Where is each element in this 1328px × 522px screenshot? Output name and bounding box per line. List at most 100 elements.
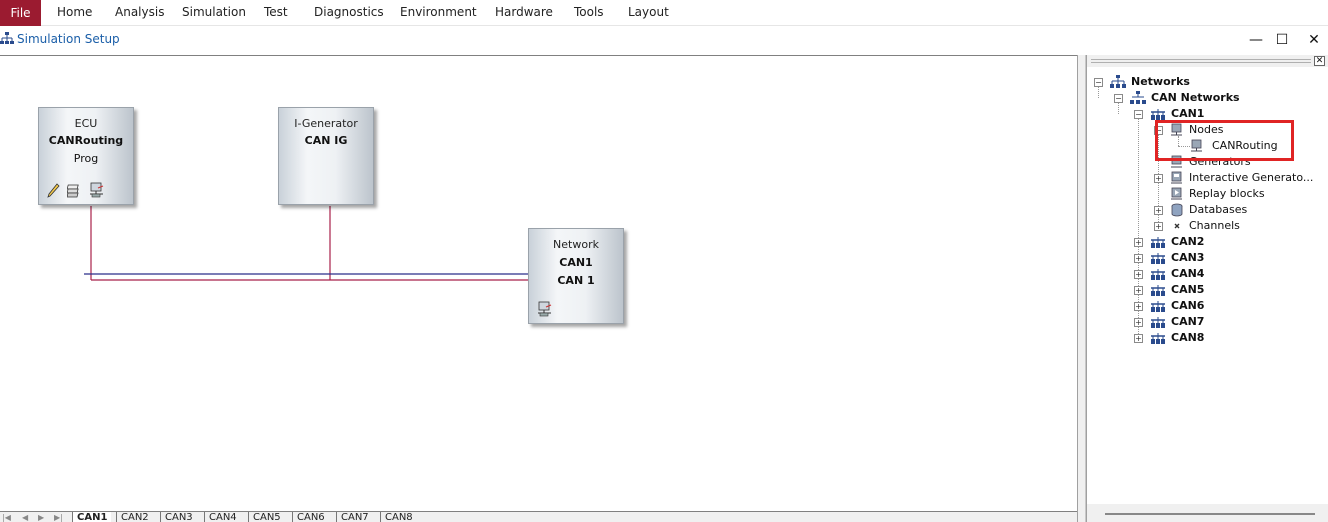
- close-button[interactable]: ✕: [1304, 31, 1324, 49]
- tree-item-can8[interactable]: CAN8: [1150, 330, 1204, 346]
- next-tab-arrow-icon[interactable]: ▶: [38, 513, 44, 522]
- tab-can8[interactable]: CAN8: [380, 512, 417, 522]
- menu-home[interactable]: Home: [57, 5, 92, 19]
- tree-expander-can7[interactable]: +: [1134, 318, 1143, 327]
- tab-can5[interactable]: CAN5: [248, 512, 285, 522]
- tree-label-can4: CAN4: [1171, 267, 1205, 280]
- tree-item-interactive-generators[interactable]: Interactive Generato...: [1170, 170, 1313, 186]
- tree-item-replay-blocks[interactable]: Replay blocks: [1170, 186, 1265, 202]
- database-icon: [1171, 203, 1183, 217]
- tree-expander-interactive-generators[interactable]: +: [1154, 174, 1163, 183]
- can-bus-icon: [1151, 269, 1165, 280]
- tree-label-networks: Networks: [1131, 75, 1190, 88]
- tab-can7[interactable]: CAN7: [336, 512, 373, 522]
- panel-grip-line: [1091, 59, 1311, 60]
- tree-item-databases[interactable]: Databases: [1170, 202, 1247, 218]
- tree-label-databases: Databases: [1189, 203, 1248, 216]
- tree-expander-can6[interactable]: +: [1134, 302, 1143, 311]
- menu-environment[interactable]: Environment: [400, 5, 477, 19]
- scrollbar-thumb: [1105, 513, 1315, 515]
- maximize-button[interactable]: ☐: [1272, 31, 1292, 49]
- last-tab-arrow-icon[interactable]: ▶|: [54, 513, 63, 522]
- can-bus-icon: [1151, 237, 1165, 248]
- tree-label-interactive-generators: Interactive Generato...: [1189, 171, 1314, 184]
- menu-analysis[interactable]: Analysis: [115, 5, 164, 19]
- interactive-generator-icon: [1171, 171, 1182, 184]
- channel-icon: [1174, 223, 1180, 229]
- ribbon-menu-bar: File Home Analysis Simulation Test Diagn…: [0, 0, 1328, 26]
- tree-connector: [1118, 102, 1119, 114]
- network-block-name: CAN1: [559, 256, 593, 269]
- pencil-icon[interactable]: [47, 182, 61, 198]
- menu-tools[interactable]: Tools: [574, 5, 604, 19]
- tab-can4[interactable]: CAN4: [204, 512, 241, 522]
- tab-can6[interactable]: CAN6: [292, 512, 329, 522]
- tab-can3[interactable]: CAN3: [160, 512, 197, 522]
- node-config-icon[interactable]: [89, 182, 105, 198]
- tree-expander-can4[interactable]: +: [1134, 270, 1143, 279]
- simulation-canvas[interactable]: ECU CANRouting Prog I-Generator CAN IG N…: [0, 55, 1077, 511]
- generator-block-type: I-Generator: [294, 117, 358, 130]
- network-icon: [0, 32, 14, 44]
- tab-can1[interactable]: CAN1: [72, 512, 112, 522]
- database-stack-icon[interactable]: [67, 182, 83, 198]
- panel-splitter[interactable]: [1077, 55, 1086, 522]
- tree-label-can7: CAN7: [1171, 315, 1205, 328]
- tree-label-can3: CAN3: [1171, 251, 1205, 264]
- tree-connector: [1098, 86, 1099, 98]
- tree-item-can7[interactable]: CAN7: [1150, 314, 1204, 330]
- tree-expander-networks[interactable]: −: [1094, 78, 1103, 87]
- tab-can2[interactable]: CAN2: [116, 512, 153, 522]
- tree-expander-channels[interactable]: +: [1154, 222, 1163, 231]
- tree-item-can2[interactable]: CAN2: [1150, 234, 1204, 250]
- panel-close-icon[interactable]: ✕: [1314, 56, 1325, 66]
- tree-expander-can-networks[interactable]: −: [1114, 94, 1123, 103]
- network-block-channel: CAN 1: [557, 274, 595, 287]
- generator-block-can-ig[interactable]: I-Generator CAN IG: [278, 107, 374, 205]
- network-tab-bar: |◀ ◀ ▶ ▶| CAN1 CAN2 CAN3 CAN4 CAN5 CAN6 …: [0, 511, 1077, 522]
- window-title: Simulation Setup: [17, 32, 120, 46]
- can-bus-icon: [1151, 109, 1165, 120]
- replay-icon: [1171, 187, 1182, 200]
- tree-expander-databases[interactable]: +: [1154, 206, 1163, 215]
- minimize-button[interactable]: —: [1246, 31, 1266, 49]
- tree-item-channels[interactable]: Channels: [1170, 218, 1240, 234]
- tree-item-can6[interactable]: CAN6: [1150, 298, 1204, 314]
- can-bus-icon: [1151, 301, 1165, 312]
- tree-label-can2: CAN2: [1171, 235, 1205, 248]
- panel-horizontal-scrollbar[interactable]: [1087, 504, 1328, 522]
- can-bus-icon: [1151, 253, 1165, 264]
- tree-expander-can5[interactable]: +: [1134, 286, 1143, 295]
- tree-label-channels: Channels: [1189, 219, 1240, 232]
- first-tab-arrow-icon[interactable]: |◀: [2, 513, 11, 522]
- file-menu[interactable]: File: [0, 0, 41, 26]
- network-block-type: Network: [553, 238, 599, 251]
- tree-expander-can1[interactable]: −: [1134, 110, 1143, 119]
- menu-layout[interactable]: Layout: [628, 5, 669, 19]
- tree-expander-can2[interactable]: +: [1134, 238, 1143, 247]
- tree-item-can-networks[interactable]: CAN Networks: [1130, 90, 1240, 106]
- tree-expander-can3[interactable]: +: [1134, 254, 1143, 263]
- highlight-annotation: [1155, 120, 1294, 161]
- tree-item-can4[interactable]: CAN4: [1150, 266, 1204, 282]
- tree-expander-can8[interactable]: +: [1134, 334, 1143, 343]
- network-block-can1[interactable]: Network CAN1 CAN 1: [528, 228, 624, 324]
- generator-block-name: CAN IG: [304, 134, 348, 147]
- tree-item-can5[interactable]: CAN5: [1150, 282, 1204, 298]
- tree-item-networks[interactable]: Networks: [1110, 74, 1190, 90]
- menu-simulation[interactable]: Simulation: [182, 5, 246, 19]
- tree-label-can5: CAN5: [1171, 283, 1205, 296]
- network-config-icon[interactable]: [537, 301, 553, 317]
- panel-header: ✕: [1087, 55, 1328, 67]
- menu-test[interactable]: Test: [264, 5, 288, 19]
- ecu-block-canrouting[interactable]: ECU CANRouting Prog: [38, 107, 134, 205]
- panel-grip-line: [1091, 62, 1311, 63]
- tree-label-can8: CAN8: [1171, 331, 1205, 344]
- tree-item-can3[interactable]: CAN3: [1150, 250, 1204, 266]
- prev-tab-arrow-icon[interactable]: ◀: [22, 513, 28, 522]
- tree-label-can6: CAN6: [1171, 299, 1205, 312]
- menu-diagnostics[interactable]: Diagnostics: [314, 5, 384, 19]
- ecu-block-type: ECU: [74, 117, 98, 130]
- can-bus-icon: [1151, 333, 1165, 344]
- menu-hardware[interactable]: Hardware: [495, 5, 553, 19]
